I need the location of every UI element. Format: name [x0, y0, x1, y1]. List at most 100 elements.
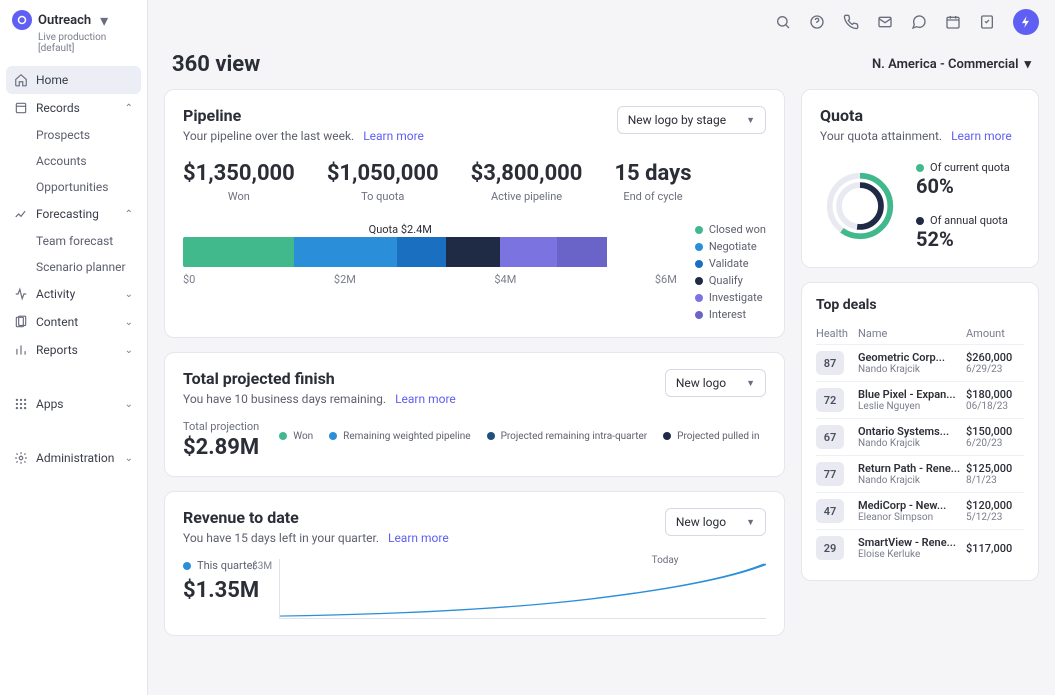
table-row[interactable]: 67 Ontario Systems...Nando Krajcik $150,… — [816, 418, 1024, 455]
chevron-down-icon: ▼ — [746, 378, 755, 389]
table-row[interactable]: 77 Return Path - Rene...Nando Krajcik $1… — [816, 455, 1024, 492]
deal-name: Return Path - Rene... — [858, 462, 966, 475]
pipeline-segment — [397, 237, 446, 267]
sidebar-sub-opportunities[interactable]: Opportunities — [6, 174, 141, 200]
pipeline-select[interactable]: New logo by stage ▼ — [617, 106, 766, 134]
quota-title: Quota — [820, 106, 1020, 125]
deal-date: 5/12/23 — [966, 512, 1024, 523]
brand-block[interactable]: Outreach ▾ Live production [default] — [0, 0, 147, 62]
kpi-cycle-value: 15 days — [614, 161, 691, 186]
projected-select[interactable]: New logo ▼ — [665, 369, 766, 397]
sidebar-item-admin[interactable]: Administration ⌄ — [6, 444, 141, 472]
deal-date: 6/20/23 — [966, 438, 1024, 449]
forecasting-icon — [14, 207, 28, 221]
legend-item: Negotiate — [695, 240, 766, 253]
sidebar-item-forecasting[interactable]: Forecasting ⌃ — [6, 200, 141, 228]
chevron-down-icon: ▾ — [1024, 57, 1031, 72]
table-row[interactable]: 47 MediCorp - New...Eleanor Simpson $120… — [816, 492, 1024, 529]
sidebar-sub-accounts[interactable]: Accounts — [6, 148, 141, 174]
quota-current-value: 60% — [916, 174, 1010, 198]
legend-item: Projected pulled in — [663, 431, 759, 442]
legend-item: Interest — [695, 308, 766, 321]
sidebar-sub-teamforecast[interactable]: Team forecast — [6, 228, 141, 254]
sidebar-label-admin: Administration — [36, 451, 114, 465]
chevron-down-icon: ⌄ — [125, 453, 133, 464]
sidebar-item-content[interactable]: Content ⌄ — [6, 308, 141, 336]
projected-learn-link[interactable]: Learn more — [395, 392, 456, 406]
chevron-down-icon: ▼ — [746, 115, 755, 126]
avatar[interactable] — [1013, 9, 1039, 35]
chat-icon[interactable] — [911, 14, 927, 30]
legend-item: Closed won — [695, 223, 766, 236]
revenue-learn-link[interactable]: Learn more — [388, 531, 449, 545]
help-icon[interactable] — [809, 14, 825, 30]
td-header-amount: Amount — [966, 327, 1024, 340]
calendar-icon[interactable] — [945, 14, 961, 30]
page-filter-label: N. America - Commercial — [872, 57, 1018, 72]
pipeline-learn-link[interactable]: Learn more — [363, 129, 424, 143]
chevron-down-icon: ⌄ — [125, 317, 133, 328]
projected-total-label: Total projection — [183, 420, 259, 433]
sidebar-item-records[interactable]: Records ⌃ — [6, 94, 141, 122]
sidebar-item-activity[interactable]: Activity ⌄ — [6, 280, 141, 308]
table-row[interactable]: 29 SmartView - Rene...Eloise Kerluke $11… — [816, 529, 1024, 566]
legend-dot — [695, 226, 703, 234]
kpi-toquota-label: To quota — [327, 190, 439, 203]
legend-label: Validate — [709, 257, 749, 270]
pipe-axis-1: $2M — [334, 273, 356, 286]
deal-owner: Nando Krajcik — [858, 364, 966, 375]
quota-annual-value: 52% — [916, 227, 1010, 251]
sidebar-item-home[interactable]: Home — [6, 66, 141, 94]
legend-item: Qualify — [695, 274, 766, 287]
legend-dot — [663, 432, 671, 440]
sidebar-sub-scenario[interactable]: Scenario planner — [6, 254, 141, 280]
sidebar-sub-prospects[interactable]: Prospects — [6, 122, 141, 148]
reports-icon — [14, 343, 28, 357]
quota-current-dot — [916, 164, 924, 172]
deal-name: Blue Pixel - Expan... — [858, 388, 966, 401]
revenue-title: Revenue to date — [183, 508, 449, 527]
deal-date: 06/18/23 — [966, 401, 1024, 412]
revenue-select[interactable]: New logo ▼ — [665, 508, 766, 536]
deal-owner: Eleanor Simpson — [858, 512, 966, 523]
table-row[interactable]: 72 Blue Pixel - Expan...Leslie Nguyen $1… — [816, 381, 1024, 418]
mail-icon[interactable] — [877, 14, 893, 30]
pipe-axis-2: $4M — [494, 273, 516, 286]
legend-item: Validate — [695, 257, 766, 270]
page-title: 360 view — [172, 52, 260, 77]
chevron-down-icon[interactable]: ▾ — [97, 13, 111, 27]
phone-icon[interactable] — [843, 14, 859, 30]
brand-name: Outreach — [38, 13, 91, 28]
pipeline-select-value: New logo by stage — [628, 113, 726, 127]
search-icon[interactable] — [775, 14, 791, 30]
legend-label: Closed won — [709, 223, 766, 236]
pipeline-segment — [557, 237, 606, 267]
table-row[interactable]: 87 Geometric Corp...Nando Krajcik $260,0… — [816, 344, 1024, 381]
projected-total-value: $2.89M — [183, 435, 259, 460]
pipe-axis-0: $0 — [183, 273, 195, 286]
task-icon[interactable] — [979, 14, 995, 30]
apps-icon — [14, 397, 28, 411]
deal-name: SmartView - Rene... — [858, 536, 966, 549]
sidebar-item-apps[interactable]: Apps ⌄ — [6, 390, 141, 418]
quota-annual-label: Of annual quota — [930, 214, 1008, 227]
legend-label: Won — [293, 431, 313, 442]
legend-label: Projected pulled in — [677, 431, 759, 442]
legend-dot — [695, 260, 703, 268]
legend-item: Projected remaining intra-quarter — [487, 431, 648, 442]
legend-dot — [695, 294, 703, 302]
projected-legend: Won Remaining weighted pipeline Projected … — [279, 431, 766, 442]
sidebar-item-reports[interactable]: Reports ⌄ — [6, 336, 141, 364]
page-filter-dropdown[interactable]: N. America - Commercial ▾ — [872, 57, 1031, 72]
revenue-value: $1.35M — [183, 578, 259, 603]
top-deals-title: Top deals — [816, 297, 1024, 313]
home-icon — [14, 73, 28, 87]
revenue-today-label: Today — [652, 555, 679, 566]
deal-owner: Nando Krajcik — [858, 475, 966, 486]
legend-item: Remaining weighted pipeline — [329, 431, 470, 442]
projected-title: Total projected finish — [183, 369, 456, 388]
activity-icon — [14, 287, 28, 301]
quota-learn-link[interactable]: Learn more — [951, 129, 1012, 143]
pipe-axis-3: $6M — [655, 273, 677, 286]
revenue-thisq-label: This quarter — [197, 559, 256, 572]
